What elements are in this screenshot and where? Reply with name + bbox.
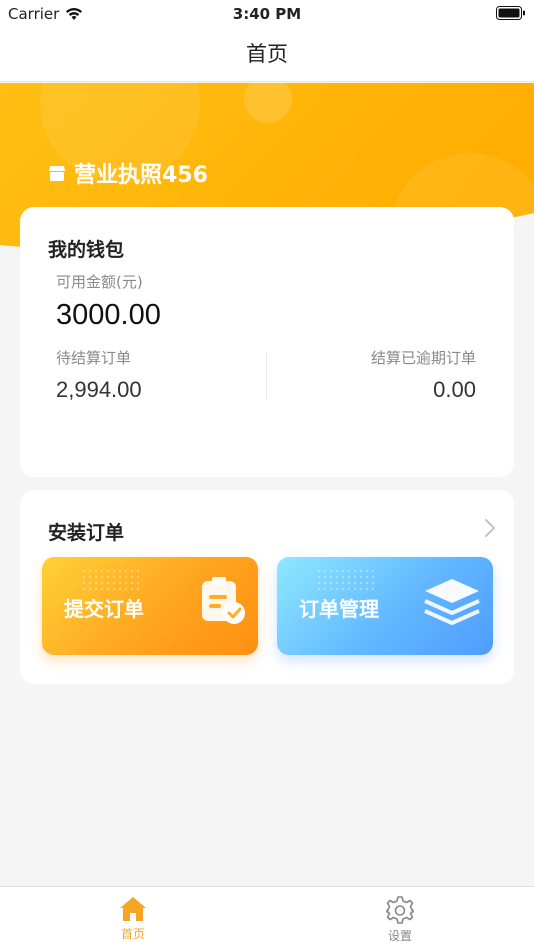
tab-bar: 首页 设置 [0,886,534,950]
store-title: 营业执照456 [48,157,208,189]
dots-decoration [82,569,140,591]
wallet-card: 我的钱包 可用金额(元) 3000.00 待结算订单 2,994.00 结算已逾… [20,207,514,477]
clock: 3:40 PM [232,5,302,23]
overdue-settlement-value: 0.00 [433,377,476,402]
store-icon [49,166,65,181]
status-bar: Carrier 3:40 PM [0,0,534,28]
home-icon [120,897,146,921]
layers-icon [424,579,480,625]
install-orders-card: 安装订单 提交订单 订单管理 [20,490,514,684]
wallet-title: 我的钱包 [48,239,125,261]
pending-settlement-value: 2,994.00 [56,377,142,402]
battery-icon [496,6,525,20]
order-management-button[interactable]: 订单管理 [277,557,493,655]
gear-icon [386,896,414,924]
order-management-label: 订单管理 [299,597,379,621]
overdue-settlement-label: 结算已逾期订单 [370,349,476,367]
navigation-bar: 首页 [0,28,534,82]
tab-settings-label: 设置 [387,929,412,943]
submit-order-label: 提交订单 [64,597,144,621]
tab-home-label: 首页 [120,927,145,941]
page-title: 首页 [246,42,288,66]
tab-settings[interactable]: 设置 [360,895,440,944]
tab-home[interactable]: 首页 [93,895,173,942]
available-balance-label: 可用金额(元) [56,273,143,291]
available-balance-value: 3000.00 [56,299,161,331]
chevron-right-icon[interactable] [484,518,496,538]
install-orders-title: 安装订单 [48,522,125,544]
pending-settlement-label: 待结算订单 [56,349,132,367]
store-name: 营业执照456 [74,163,208,188]
clipboard-check-icon [202,577,245,624]
dots-decoration [317,569,375,591]
submit-order-button[interactable]: 提交订单 [42,557,258,655]
wallet-divider [266,352,267,400]
